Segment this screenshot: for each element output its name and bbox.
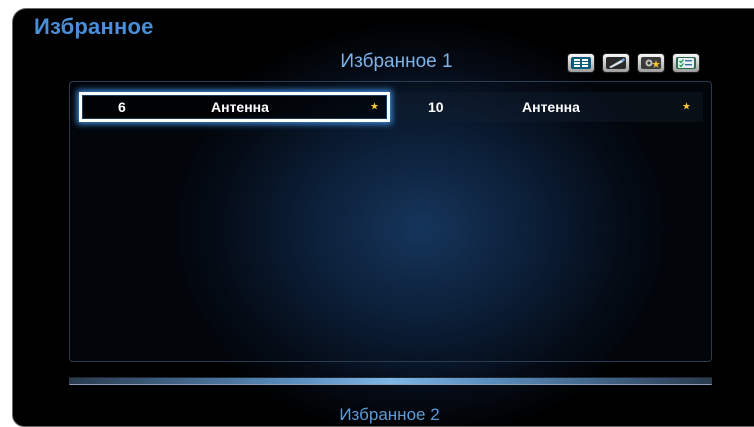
edit-pencil-icon — [606, 57, 626, 69]
checklist-button[interactable] — [672, 53, 700, 73]
favorites-window: Избранное Избранное 1 6 Антенна ★ 10 Ант… — [12, 8, 754, 427]
checklist-icon — [676, 57, 696, 69]
tools-button[interactable] — [637, 53, 665, 73]
next-favorites-list-title[interactable]: Избранное 2 — [13, 405, 754, 425]
favorite-star-icon: ★ — [370, 101, 379, 113]
page-title: Избранное — [34, 14, 154, 39]
channel-number: 6 — [118, 99, 126, 115]
edit-button[interactable] — [602, 53, 630, 73]
tools-star-icon — [641, 57, 661, 69]
list-view-icon — [571, 57, 591, 69]
channel-item[interactable]: 10 Антенна ★ — [397, 92, 703, 122]
toolbar — [567, 53, 700, 73]
list-view-button[interactable] — [567, 53, 595, 73]
channel-list-panel — [69, 81, 712, 362]
favorite-star-icon: ★ — [682, 101, 691, 113]
channel-item-selected[interactable]: 6 Антенна ★ — [79, 92, 390, 122]
list-divider — [69, 377, 712, 385]
channel-number: 10 — [428, 99, 444, 115]
channel-name: Антенна — [211, 99, 269, 115]
channel-name: Антенна — [522, 99, 580, 115]
